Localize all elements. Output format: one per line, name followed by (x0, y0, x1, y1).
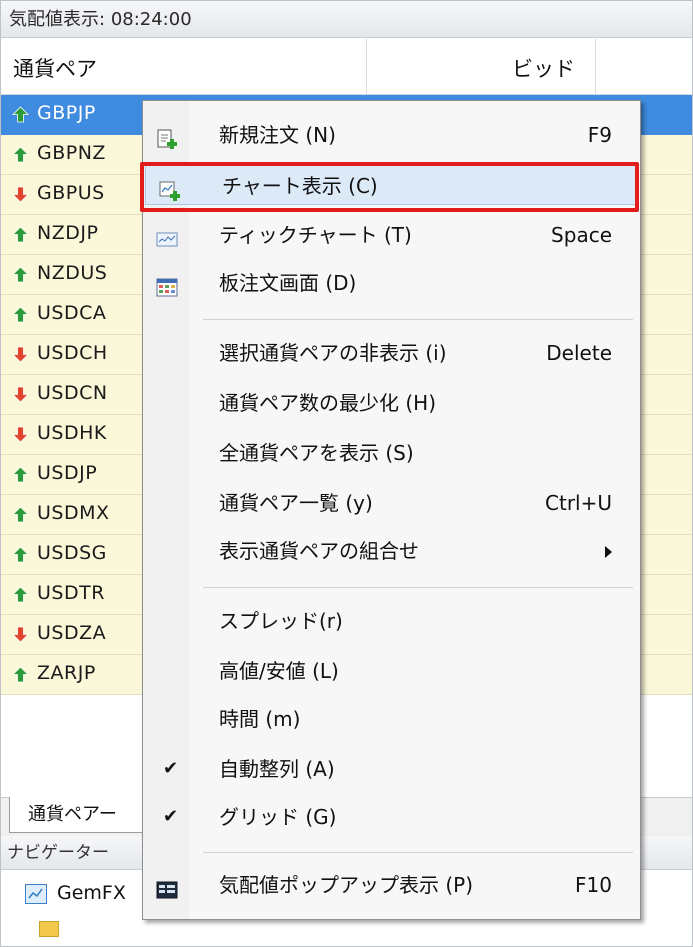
up-arrow-icon (12, 106, 29, 123)
symbol-label: USDHK (37, 422, 107, 444)
menu-item-label: 新規注文 (N) (219, 123, 336, 147)
title-label: 気配値表示: (9, 9, 106, 30)
board-grid-icon (155, 273, 178, 297)
column-divider (595, 39, 596, 94)
title-time: 08:24:00 (110, 9, 192, 30)
down-arrow-icon (12, 626, 29, 643)
menu-separator (203, 587, 633, 588)
menu-item-shortcut: Delete (546, 341, 612, 365)
up-arrow-icon (12, 666, 29, 683)
symbol-label: USDCA (37, 302, 107, 324)
menu-item-label: 全通貨ペアを表示 (S) (219, 441, 414, 465)
symbol-label: NZDJP (37, 222, 99, 244)
tab-currency-pairs[interactable]: 通貨ペアー (9, 797, 149, 833)
tab-label: 通貨ペアー (28, 804, 117, 825)
symbol-label: USDMX (37, 502, 110, 524)
up-arrow-icon (12, 146, 29, 163)
menu-separator (203, 319, 633, 320)
menu-item-label: 高値/安値 (L) (219, 659, 339, 683)
symbol-label: USDJP (37, 462, 98, 484)
up-arrow-icon (12, 466, 29, 483)
menu-item-label: 選択通貨ペアの非表示 (i) (219, 341, 447, 365)
symbol-label: GBPUS (37, 182, 105, 204)
symbol-label: GBPNZ (37, 142, 106, 164)
navigator-item-label: GemFX (57, 882, 126, 904)
up-arrow-icon (12, 586, 29, 603)
symbol-label: USDCH (37, 342, 108, 364)
menu-item-high-low[interactable]: 高値/安値 (L) (143, 651, 640, 691)
symbol-label: USDSG (37, 542, 107, 564)
menu-item-board-order[interactable]: 板注文画面 (D) (143, 263, 640, 303)
symbol-label: GBPJP (37, 102, 96, 124)
navigator-folder[interactable] (25, 921, 65, 941)
menu-item-label: グリッド (G) (219, 805, 337, 829)
column-header-pair[interactable]: 通貨ペア (13, 53, 97, 83)
menu-item-label: 板注文画面 (D) (219, 271, 357, 295)
menu-item-shortcut: F10 (575, 873, 612, 897)
menu-item-spread[interactable]: スプレッド(r) (143, 601, 640, 641)
column-divider (366, 39, 367, 94)
new-order-icon (155, 125, 177, 149)
menu-item-popup-prices[interactable]: 気配値ポップアップ表示 (P) F10 (143, 865, 640, 905)
down-arrow-icon (12, 386, 29, 403)
context-menu: 新規注文 (N) F9 チャート表示 (C) ティックチャート (T) Spac… (142, 100, 641, 920)
menu-item-pair-sets[interactable]: 表示通貨ペアの組合せ (143, 531, 640, 571)
symbol-label: NZDUS (37, 262, 108, 284)
menu-item-label: ティックチャート (T) (219, 223, 412, 247)
column-header-bid[interactable]: ビッド (512, 53, 575, 83)
checkmark-icon: ✔ (163, 758, 179, 779)
market-watch-window: 気配値表示: 08:24:00 通貨ペア ビッド GBPJP GBPNZ GBPUS… (0, 0, 693, 947)
menu-item-label: 表示通貨ペアの組合せ (219, 539, 419, 563)
folder-icon (39, 921, 59, 937)
checkmark-icon: ✔ (163, 806, 179, 827)
menu-item-label: チャート表示 (C) (222, 174, 378, 198)
up-arrow-icon (12, 506, 29, 523)
menu-item-pair-list[interactable]: 通貨ペア一覧 (y) Ctrl+U (143, 483, 640, 523)
submenu-arrow-icon (605, 546, 612, 558)
menu-item-shortcut: Space (551, 223, 612, 247)
menu-item-shortcut: Ctrl+U (545, 491, 612, 515)
menu-item-label: スプレッド(r) (219, 609, 343, 633)
up-arrow-icon (12, 546, 29, 563)
menu-item-label: 気配値ポップアップ表示 (P) (219, 873, 474, 897)
popup-window-icon (155, 875, 178, 899)
menu-item-time[interactable]: 時間 (m) (143, 699, 640, 739)
down-arrow-icon (12, 186, 29, 203)
navigator-title-label: ナビゲーター (7, 843, 109, 863)
symbol-label: USDTR (37, 582, 105, 604)
symbol-label: USDZA (37, 622, 107, 644)
up-arrow-icon (12, 266, 29, 283)
down-arrow-icon (12, 346, 29, 363)
menu-item-show-all-pairs[interactable]: 全通貨ペアを表示 (S) (143, 433, 640, 473)
window-title: 気配値表示: 08:24:00 (1, 1, 692, 38)
table-header: 通貨ペア ビッド (1, 39, 692, 95)
menu-item-hide-pair[interactable]: 選択通貨ペアの非表示 (i) Delete (143, 333, 640, 373)
menu-item-label: 通貨ペア数の最少化 (H) (219, 391, 437, 415)
up-arrow-icon (12, 226, 29, 243)
menu-item-auto-arrange[interactable]: ✔ 自動整列 (A) (143, 749, 640, 789)
down-arrow-icon (12, 426, 29, 443)
menu-item-label: 自動整列 (A) (219, 757, 335, 781)
menu-item-new-order[interactable]: 新規注文 (N) F9 (143, 115, 640, 155)
up-arrow-icon (12, 306, 29, 323)
tick-chart-icon (155, 225, 178, 247)
menu-item-label: 時間 (m) (219, 707, 301, 731)
symbol-label: USDCN (37, 382, 108, 404)
menu-item-grid[interactable]: ✔ グリッド (G) (143, 797, 640, 837)
menu-item-minimize-pairs[interactable]: 通貨ペア数の最少化 (H) (143, 383, 640, 423)
menu-item-shortcut: F9 (587, 123, 612, 147)
menu-item-show-chart[interactable]: チャート表示 (C) (145, 165, 637, 205)
navigator-item-account[interactable]: GemFX (25, 878, 126, 908)
menu-separator (203, 852, 633, 853)
menu-item-tick-chart[interactable]: ティックチャート (T) Space (143, 215, 640, 255)
menu-item-label: 通貨ペア一覧 (y) (219, 491, 373, 515)
symbol-label: ZARJP (37, 662, 96, 684)
chart-window-icon (25, 883, 47, 904)
chart-add-icon (158, 176, 180, 201)
